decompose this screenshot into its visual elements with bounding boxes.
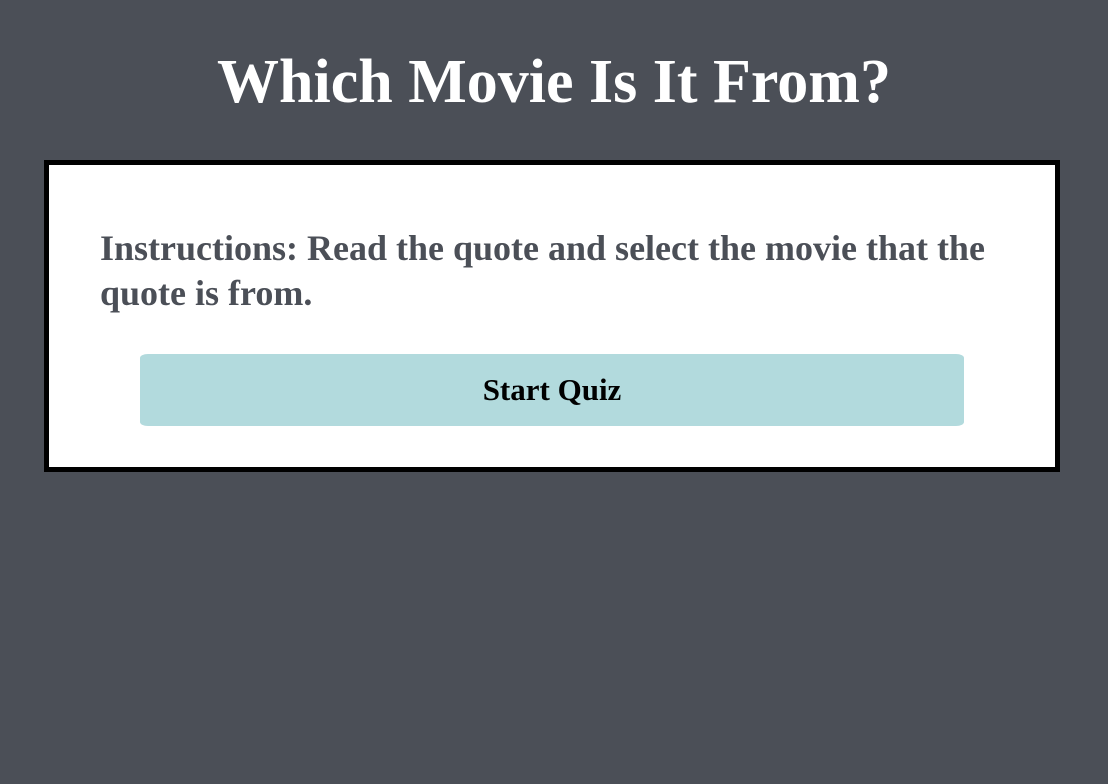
page-title: Which Movie Is It From? <box>217 48 891 116</box>
quiz-card: Instructions: Read the quote and select … <box>44 160 1060 472</box>
start-quiz-button[interactable]: Start Quiz <box>140 354 964 426</box>
instructions-text: Instructions: Read the quote and select … <box>100 228 985 313</box>
